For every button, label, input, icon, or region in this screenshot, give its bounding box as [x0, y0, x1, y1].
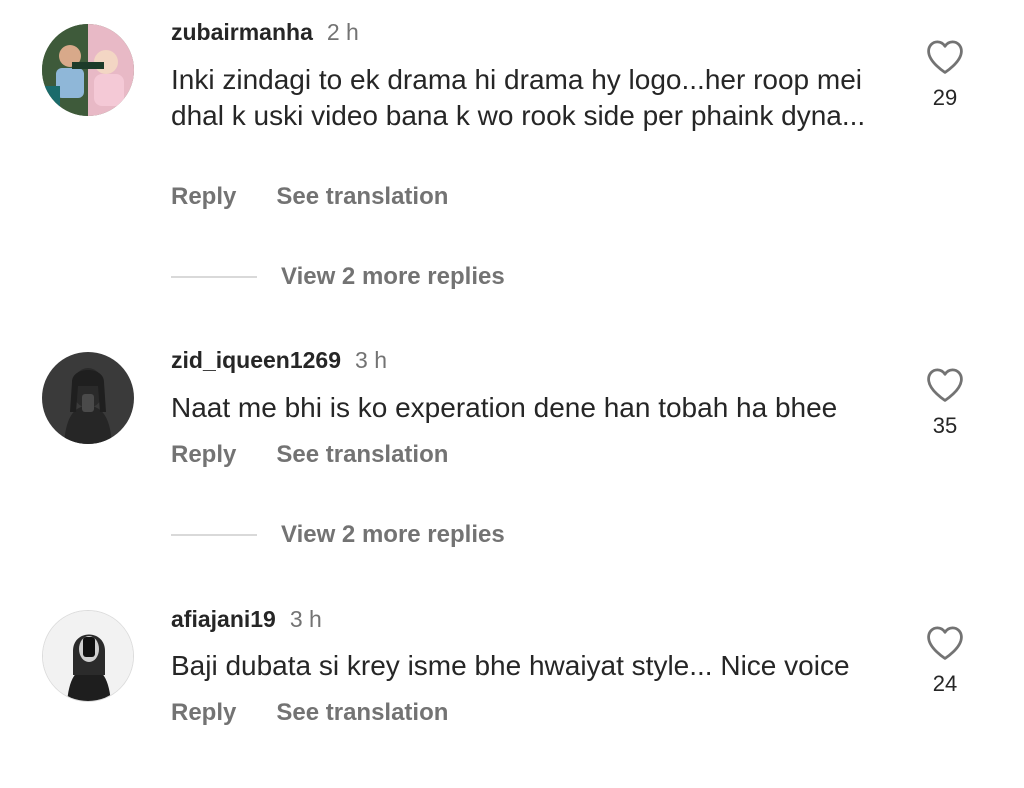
comment-text: Baji dubata si krey isme bhe hwaiyat sty…	[171, 650, 850, 681]
like-control: 24	[922, 623, 968, 697]
avatar-photo-icon	[43, 611, 133, 701]
comment-header: afiajani19 3 h	[171, 606, 322, 633]
reply-button[interactable]: Reply	[171, 699, 236, 726]
comment-actions: Reply See translation	[171, 699, 448, 727]
avatar[interactable]	[42, 610, 134, 702]
comment-item: afiajani19 3 h Baji dubata si krey isme b…	[0, 0, 1024, 760]
like-count: 24	[932, 671, 958, 696]
heart-outline-icon[interactable]	[924, 623, 966, 661]
see-translation-button[interactable]: See translation	[276, 699, 448, 726]
username[interactable]: afiajani19	[171, 606, 276, 632]
timestamp: 3 h	[289, 606, 322, 632]
